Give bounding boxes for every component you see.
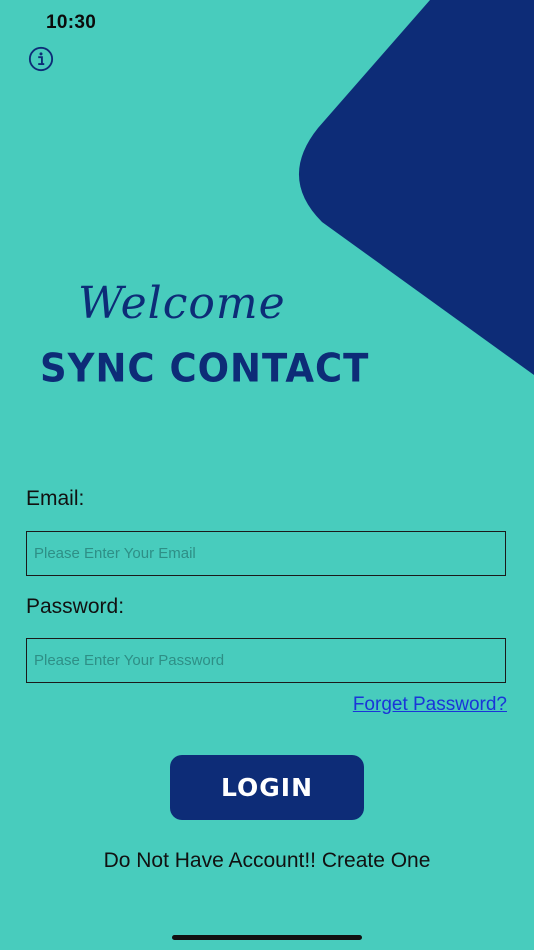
password-label: Password: <box>26 595 125 618</box>
email-label: Email: <box>26 487 85 510</box>
status-bar: 10:30 <box>0 0 534 48</box>
password-input[interactable] <box>26 638 506 683</box>
wifi-icon <box>443 14 465 31</box>
login-button[interactable]: LOGIN <box>170 755 364 820</box>
welcome-heading: Welcome <box>78 278 286 329</box>
home-indicator <box>172 935 362 940</box>
cellular-signal-icon <box>411 25 439 43</box>
app-title: SYNC CONTACT <box>40 345 370 392</box>
email-input[interactable] <box>26 531 506 576</box>
forgot-password-link[interactable]: Forget Password? <box>353 694 507 716</box>
battery-icon <box>472 16 504 30</box>
info-button[interactable] <box>28 46 54 72</box>
create-account-link[interactable]: Do Not Have Account!! Create One <box>0 849 534 873</box>
info-icon <box>28 46 54 72</box>
status-time: 10:30 <box>46 12 97 33</box>
